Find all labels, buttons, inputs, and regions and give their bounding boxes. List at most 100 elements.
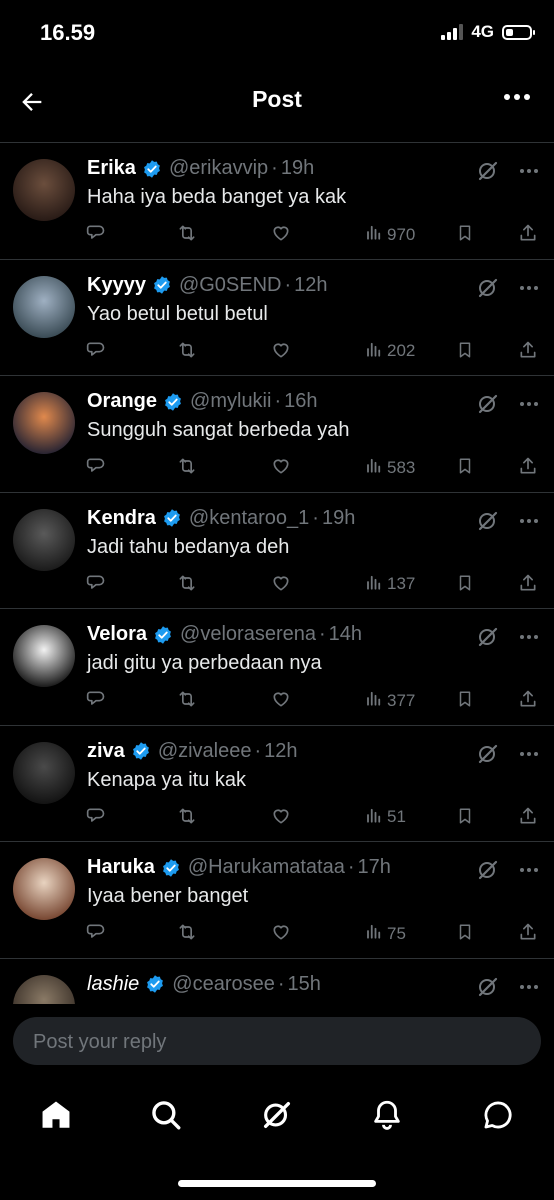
repost-button[interactable] [176,456,198,481]
bookmark-button[interactable] [456,689,474,714]
reply-input[interactable] [31,1017,515,1067]
bookmark-button[interactable] [456,456,474,481]
author-handle[interactable]: @kentaroo_1 [189,507,309,530]
author-name[interactable]: Kyyyy [87,274,146,297]
author-handle[interactable]: @zivaleee [158,740,252,763]
repost-button[interactable] [176,922,198,947]
grok-icon[interactable] [476,858,500,887]
avatar[interactable] [13,392,75,454]
more-options-button[interactable] [504,94,530,100]
reply-item[interactable]: lashie @cearosee · 15h [0,959,554,1004]
reply-more-button[interactable] [520,635,538,639]
like-button[interactable] [270,340,292,365]
reply-compose[interactable] [13,1017,541,1067]
separator-dot: · [277,972,285,995]
views-button[interactable]: 377 [365,689,415,712]
share-button[interactable] [518,573,538,598]
avatar[interactable] [13,275,75,338]
share-button[interactable] [518,806,538,831]
nav-home[interactable] [36,1095,76,1135]
reply-item[interactable]: Velora @veloraserena · 14h jadi gitu ya perb… [0,609,554,726]
author-handle[interactable]: @Harukamatataa [188,856,345,879]
author-handle[interactable]: @cearosee [172,973,275,996]
reply-button[interactable] [86,689,106,714]
author-handle[interactable]: @veloraserena [180,623,316,646]
author-name[interactable]: Orange [87,390,157,413]
reply-button[interactable] [86,573,106,598]
avatar[interactable] [13,625,75,687]
reply-item[interactable]: Kendra @kentaroo_1 · 19h Jadi tahu bedanya d… [0,493,554,609]
share-button[interactable] [518,922,538,947]
avatar[interactable] [13,508,75,571]
bookmark-button[interactable] [456,223,474,248]
views-button[interactable]: 137 [365,573,415,596]
share-button[interactable] [518,456,538,481]
bookmark-button[interactable] [456,922,474,947]
reply-item[interactable]: ziva @zivaleee · 12h Kenapa ya itu kak 51 [0,726,554,842]
grok-icon[interactable] [476,742,500,771]
reply-button[interactable] [86,456,106,481]
author-name[interactable]: Haruka [87,856,155,879]
repost-button[interactable] [176,223,198,248]
views-button[interactable]: 51 [365,806,406,829]
grok-icon[interactable] [476,975,500,1004]
bookmark-button[interactable] [456,806,474,831]
author-name[interactable]: ziva [87,740,125,763]
nav-search[interactable] [146,1095,186,1135]
reply-item[interactable]: Erika @erikavvip · 19h Haha iya beda banget … [0,143,554,260]
author-name[interactable]: Erika [87,157,136,180]
share-button[interactable] [518,340,538,365]
views-button[interactable]: 583 [365,456,415,479]
reply-more-button[interactable] [520,868,538,872]
reply-item[interactable]: Haruka @Harukamatataa · 17h Iyaa bener bange… [0,842,554,959]
avatar[interactable] [13,159,75,221]
share-button[interactable] [518,223,538,248]
avatar[interactable] [13,858,75,920]
like-button[interactable] [270,573,292,598]
reply-button[interactable] [86,922,106,947]
grok-icon[interactable] [476,625,500,654]
nav-notifications[interactable] [367,1095,407,1135]
repost-button[interactable] [176,806,198,831]
like-button[interactable] [270,806,292,831]
reply-more-button[interactable] [520,518,538,523]
reply-more-button[interactable] [520,169,538,173]
repost-button[interactable] [176,340,198,365]
reply-button[interactable] [86,806,106,831]
repost-button[interactable] [176,689,198,714]
reply-more-button[interactable] [520,984,538,989]
reply-button[interactable] [86,223,106,248]
grok-icon[interactable] [476,159,500,188]
bookmark-button[interactable] [456,340,474,365]
author-handle[interactable]: @erikavvip [169,157,268,180]
author-handle[interactable]: @mylukii [190,390,271,413]
grok-icon[interactable] [476,276,500,305]
grok-icon[interactable] [476,392,500,421]
bookmark-button[interactable] [456,573,474,598]
share-button[interactable] [518,689,538,714]
reply-more-button[interactable] [520,402,538,406]
author-name[interactable]: Kendra [87,507,156,530]
share-icon [518,573,538,598]
views-button[interactable]: 970 [365,223,415,246]
grok-icon[interactable] [476,509,500,538]
reply-item[interactable]: Orange @mylukii · 16h Sungguh sangat berbeda… [0,376,554,493]
nav-grok[interactable] [257,1095,297,1135]
repost-button[interactable] [176,573,198,598]
reply-more-button[interactable] [520,285,538,290]
reply-more-button[interactable] [520,751,538,756]
author-name[interactable]: Velora [87,623,147,646]
avatar[interactable] [13,974,75,1004]
like-button[interactable] [270,456,292,481]
nav-messages[interactable] [478,1095,518,1135]
author-handle[interactable]: @G0SEND [179,274,282,297]
like-button[interactable] [270,689,292,714]
avatar[interactable] [13,741,75,804]
like-button[interactable] [270,223,292,248]
views-button[interactable]: 75 [365,922,406,945]
views-button[interactable]: 202 [365,340,415,363]
like-button[interactable] [270,922,292,947]
reply-button[interactable] [86,340,106,365]
author-name[interactable]: lashie [87,973,139,996]
reply-item[interactable]: Kyyyy @G0SEND · 12h Yao betul betul betul 202 [0,260,554,376]
